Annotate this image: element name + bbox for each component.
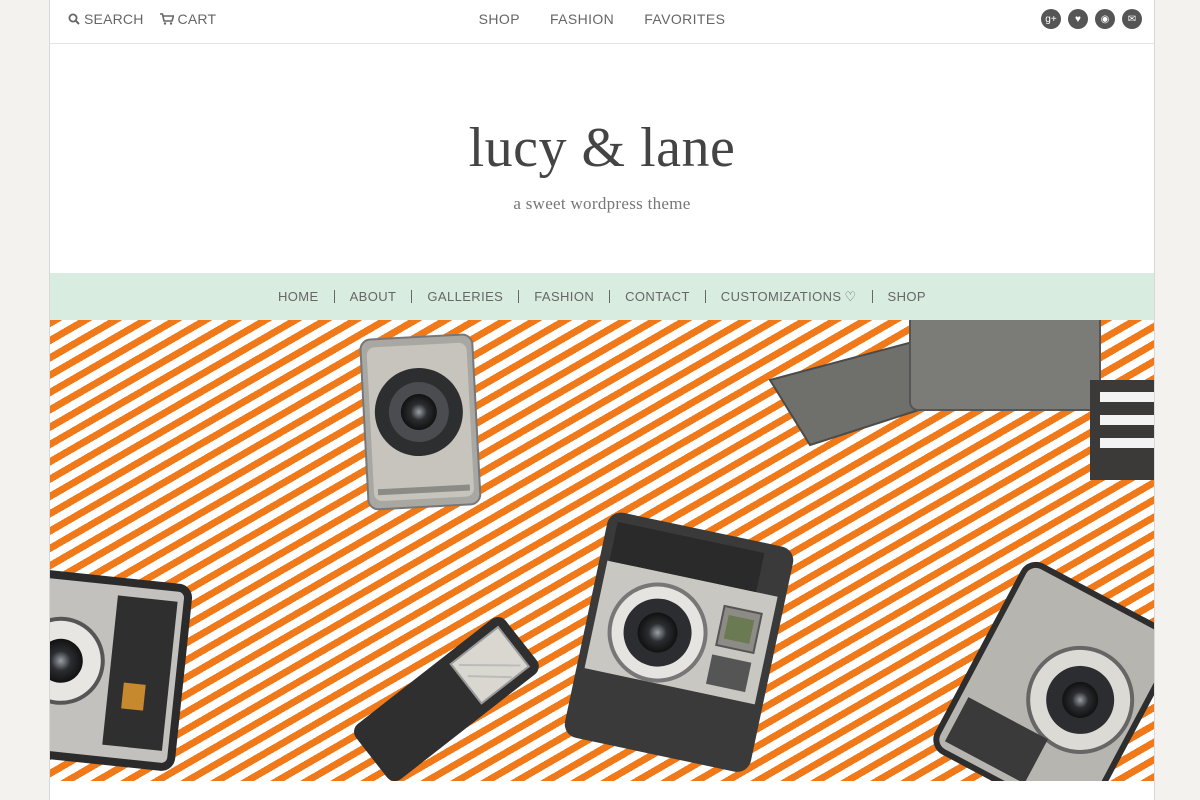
hero-illustration xyxy=(50,320,1154,781)
nav-item-customizations[interactable]: CUSTOMIZATIONS ♡ xyxy=(706,289,872,305)
top-link-shop[interactable]: SHOP xyxy=(479,11,520,27)
google-plus-icon[interactable]: g+ xyxy=(1041,9,1061,29)
top-bar-menu: SHOP FASHION FAVORITES xyxy=(50,11,1154,27)
nav-item-contact[interactable]: CONTACT xyxy=(610,289,705,304)
camera-right-partial xyxy=(933,561,1154,781)
rss-icon[interactable]: ◉ xyxy=(1095,9,1115,29)
nav-item-shop[interactable]: SHOP xyxy=(873,289,941,304)
nav-item-fashion[interactable]: FASHION xyxy=(519,289,609,304)
page: SEARCH CART SHOP FASHION FAVORITES g+ ♥ … xyxy=(49,0,1155,800)
nav-item-home[interactable]: HOME xyxy=(263,289,334,304)
nav-item-customizations-label: CUSTOMIZATIONS xyxy=(720,289,842,304)
camera-rangefinder-center xyxy=(564,512,794,772)
nav-item-galleries[interactable]: GALLERIES xyxy=(412,289,518,304)
top-link-favorites[interactable]: FAVORITES xyxy=(644,11,725,27)
site-header: lucy & lane a sweet wordpress theme xyxy=(50,44,1154,272)
heart-icon[interactable]: ♥ xyxy=(1068,9,1088,29)
site-tagline: a sweet wordpress theme xyxy=(513,194,691,213)
top-link-fashion[interactable]: FASHION xyxy=(550,11,614,27)
social-icons: g+ ♥ ◉ ✉ xyxy=(1041,9,1142,29)
camera-left-partial xyxy=(50,566,193,771)
site-logo[interactable]: lucy & lane xyxy=(50,116,1154,180)
hero-image xyxy=(50,320,1154,781)
heart-outline-icon: ♡ xyxy=(844,288,857,304)
camera-movie-top-right xyxy=(768,320,1154,480)
flash-unit xyxy=(354,617,539,781)
top-bar: SEARCH CART SHOP FASHION FAVORITES g+ ♥ … xyxy=(50,0,1154,44)
camera-compact-top xyxy=(359,333,482,511)
nav-item-about[interactable]: ABOUT xyxy=(335,289,412,304)
main-nav: HOME ABOUT GALLERIES FASHION CONTACT CUS… xyxy=(50,273,1154,320)
mail-icon[interactable]: ✉ xyxy=(1122,9,1142,29)
